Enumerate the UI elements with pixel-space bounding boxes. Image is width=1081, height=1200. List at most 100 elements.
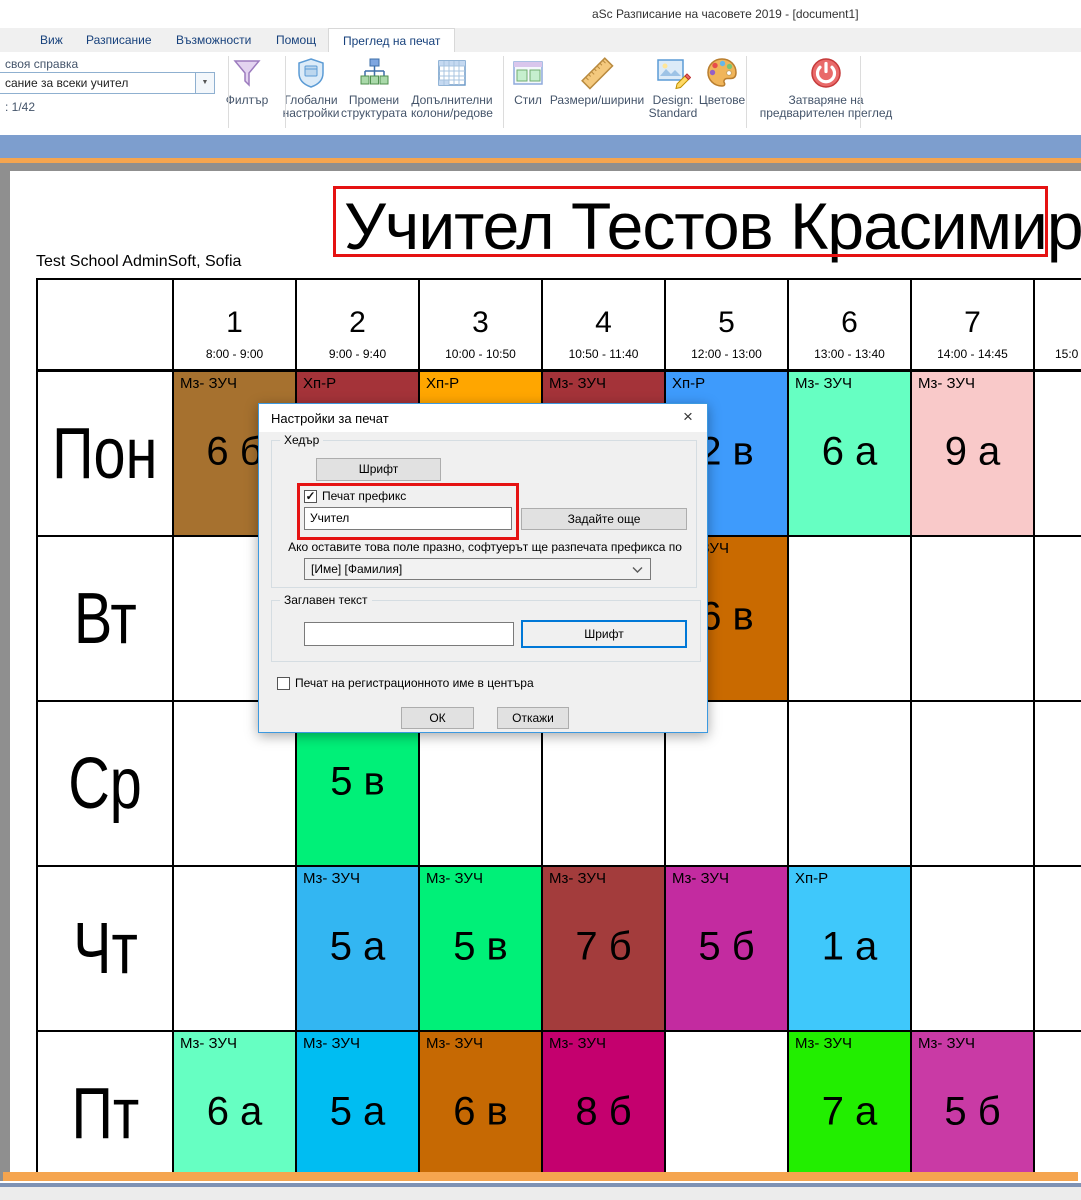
chevron-down-icon <box>632 566 643 574</box>
close-preview-button[interactable]: Затваряне на предварителен преглед <box>745 54 907 120</box>
ribbon-separator <box>285 56 286 128</box>
lesson-cell: Мз- ЗУЧ8 б <box>543 1032 666 1172</box>
period-header-cell: 512:00 - 13:00 <box>666 280 789 372</box>
lesson-class: 7 б <box>543 924 664 969</box>
lesson-cell: Мз- ЗУЧ5 а <box>297 867 420 1032</box>
grid-icon <box>395 54 509 92</box>
period-header-cell: 15:0 <box>1035 280 1081 372</box>
cancel-button[interactable]: Откажи <box>497 707 569 729</box>
lesson-subject: Мз- ЗУЧ <box>549 375 606 392</box>
lesson-class: 7 а <box>789 1089 910 1134</box>
lesson-subject: Мз- ЗУЧ <box>795 1035 852 1052</box>
dialog-title-bar[interactable]: Настройки за печат × <box>259 404 707 432</box>
lesson-subject: Мз- ЗУЧ <box>918 375 975 392</box>
sizes-widths-label: Размери/ширини <box>543 94 651 107</box>
header-group-label: Хедър <box>280 433 323 447</box>
title-text-input[interactable] <box>304 622 514 646</box>
lesson-class: 9 а <box>912 429 1033 474</box>
lesson-subject: Мз- ЗУЧ <box>426 1035 483 1052</box>
day-label: Ср <box>68 743 142 825</box>
name-format-value: [Име] [Фамилия] <box>311 562 402 576</box>
name-format-dropdown[interactable]: [Име] [Фамилия] <box>304 558 651 580</box>
empty-cell <box>789 537 912 702</box>
period-time: 10:50 - 11:40 <box>543 347 664 361</box>
sizes-widths-button[interactable]: Размери/ширини <box>543 54 651 107</box>
title-bar: aSc Разписание на часовете 2019 - [docum… <box>0 0 1081 28</box>
empty-cell <box>912 702 1035 867</box>
period-header-cell: 4 10:50 - 11:40 <box>543 280 666 372</box>
lesson-subject: Хп-Р <box>672 375 705 392</box>
period-number: 3 <box>420 306 541 340</box>
lesson-cell: Мз- ЗУЧ5 б <box>912 1032 1035 1172</box>
tab-bar: ВижРазписаниеВъзможностиПомощПреглед на … <box>0 28 1081 52</box>
chevron-down-icon[interactable]: ▼ <box>195 73 214 93</box>
period-header-cell: 613:00 - 13:40 <box>789 280 912 372</box>
report-label: своя справка <box>5 57 78 71</box>
lesson-subject: Мз- ЗУЧ <box>303 870 360 887</box>
lesson-class: 5 в <box>297 759 418 804</box>
title-group-label: Заглавен текст <box>280 593 372 607</box>
print-registration-checkbox[interactable] <box>277 677 290 690</box>
empty-cell <box>1035 537 1081 702</box>
lesson-class: 5 б <box>666 924 787 969</box>
day-label: Пон <box>52 413 157 495</box>
title-font-button[interactable]: Шрифт <box>521 620 687 648</box>
tab-разписание[interactable]: Разписание <box>72 28 166 52</box>
lesson-subject: Мз- ЗУЧ <box>672 870 729 887</box>
lesson-cell: Мз- ЗУЧ5 а <box>297 1032 420 1172</box>
period-number: 1 <box>174 306 295 340</box>
lesson-cell: Мз- ЗУЧ7 б <box>543 867 666 1032</box>
filter-button[interactable]: Филтър <box>218 54 276 107</box>
report-type-combo[interactable]: сание за всеки учител ▼ <box>0 72 215 94</box>
lesson-subject: Мз- ЗУЧ <box>795 375 852 392</box>
prefix-hint-text: Ако оставите това поле празно, софтуерът… <box>279 540 691 554</box>
status-bar <box>0 1187 1081 1200</box>
period-header-cell: 29:00 - 9:40 <box>297 280 420 372</box>
lesson-class: 5 б <box>912 1089 1033 1134</box>
empty-cell <box>789 702 912 867</box>
period-time: 8:00 - 9:00 <box>174 347 295 361</box>
ok-button[interactable]: ОК <box>401 707 474 729</box>
dialog-title: Настройки за печат <box>271 411 389 426</box>
set-more-button[interactable]: Задайте още <box>521 508 687 530</box>
prefix-annotation-box <box>297 483 519 540</box>
day-header-cell: Пон <box>38 372 174 537</box>
period-time: 9:00 - 9:40 <box>297 347 418 361</box>
tab-възможности[interactable]: Възможности <box>162 28 265 52</box>
tab-преглед-на-печат[interactable]: Преглед на печат <box>328 28 455 53</box>
lesson-subject: Хп-Р <box>303 375 336 392</box>
period-number: 6 <box>789 306 910 340</box>
lesson-cell: Мз- ЗУЧ 6 а <box>174 1032 297 1172</box>
day-header-cell: Вт <box>38 537 174 702</box>
ruler-icon <box>543 54 651 92</box>
ribbon: своя справка сание за всеки учител ▼ : 1… <box>0 52 1081 135</box>
power-icon <box>745 54 907 92</box>
school-name: Test School AdminSoft, Sofia <box>36 253 241 271</box>
lesson-cell: Мз- ЗУЧ6 а <box>789 372 912 537</box>
lesson-class: 8 б <box>543 1089 664 1134</box>
close-icon[interactable]: × <box>671 404 705 432</box>
lesson-class: 6 а <box>174 1089 295 1134</box>
period-header-cell: 310:00 - 10:50 <box>420 280 543 372</box>
ribbon-separator <box>503 56 504 128</box>
lesson-class: 1 а <box>789 924 910 969</box>
tab-виж[interactable]: Виж <box>26 28 77 52</box>
lesson-subject: Хп-Р <box>795 870 828 887</box>
tab-помощ[interactable]: Помощ <box>262 28 330 52</box>
day-label: Вт <box>74 578 137 660</box>
gray-left-margin <box>0 163 10 1186</box>
empty-cell <box>912 537 1035 702</box>
period-number: 4 <box>543 306 664 340</box>
lesson-subject: Мз- ЗУЧ <box>180 1035 237 1052</box>
lesson-cell: Мз- ЗУЧ6 в <box>420 1032 543 1172</box>
empty-cell <box>1035 702 1081 867</box>
application-window: aSc Разписание на часовете 2019 - [docum… <box>0 0 1081 1200</box>
lesson-cell: Хп-Р 1 а <box>789 867 912 1032</box>
extra-columns-rows-button[interactable]: Допълнителни колони/редове <box>395 54 509 120</box>
funnel-icon <box>218 54 276 92</box>
lesson-subject: Мз- ЗУЧ <box>303 1035 360 1052</box>
header-font-button[interactable]: Шрифт <box>316 458 441 481</box>
period-number: 5 <box>666 306 787 340</box>
day-label: Чт <box>73 908 138 990</box>
blue-separator-bar <box>0 135 1081 158</box>
